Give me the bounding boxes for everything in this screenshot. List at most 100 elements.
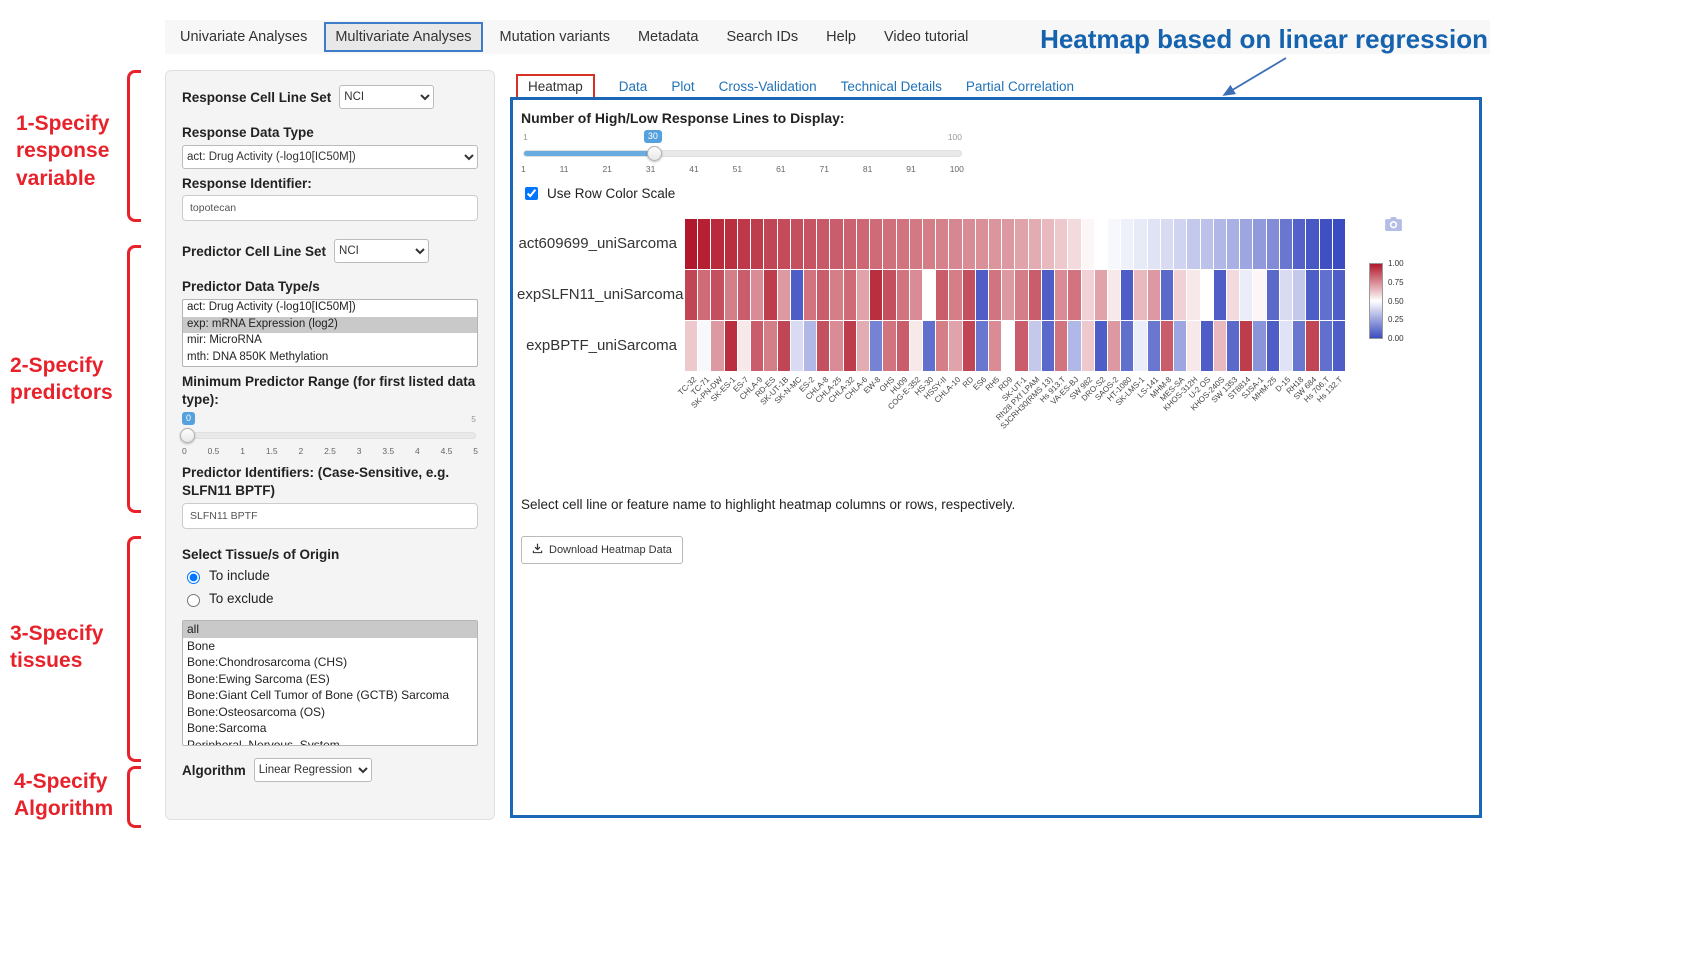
heatmap-cell[interactable] [1280,321,1292,371]
heatmap-cell[interactable] [1293,321,1305,371]
heatmap-row-label[interactable]: expSLFN11_uniSarcoma [517,270,677,321]
heatmap-cell[interactable] [830,321,842,371]
heatmap-cell[interactable] [1201,321,1213,371]
heatmap-cell[interactable] [685,321,697,371]
heatmap-cell[interactable] [844,219,856,269]
heatmap-cell[interactable] [1174,321,1186,371]
heatmap-cell[interactable] [857,219,869,269]
heatmap-cell[interactable] [804,321,816,371]
heatmap-cell[interactable] [1121,219,1133,269]
heatmap-row-label[interactable]: act609699_uniSarcoma [517,219,677,270]
heatmap-cell[interactable] [963,219,975,269]
heatmap-cell[interactable] [1121,321,1133,371]
heatmap-cell[interactable] [1108,270,1120,320]
heatmap-cell[interactable] [1253,219,1265,269]
heatmap-cell[interactable] [870,270,882,320]
heatmap-cell[interactable] [1042,321,1054,371]
heatmap-cell[interactable] [804,219,816,269]
response-identifier-input[interactable] [182,195,478,221]
heatmap-cell[interactable] [936,219,948,269]
predictor-data-type-option[interactable]: exp: mRNA Expression (log2) [183,317,477,334]
heatmap-cell[interactable] [1161,270,1173,320]
heatmap-cell[interactable] [1148,270,1160,320]
heatmap-cell[interactable] [976,270,988,320]
tab-cross-validation[interactable]: Cross-Validation [719,79,817,94]
heatmap-cell[interactable] [1267,219,1279,269]
heatmap-cell[interactable] [1029,270,1041,320]
heatmap-cell[interactable] [698,321,710,371]
tab-partial-correlation[interactable]: Partial Correlation [966,79,1074,94]
tab-data[interactable]: Data [619,79,648,94]
heatmap-cell[interactable] [1068,270,1080,320]
heatmap-cell[interactable] [711,321,723,371]
nav-tab-help[interactable]: Help [815,22,867,52]
heatmap-cell[interactable] [751,219,763,269]
tab-heatmap[interactable]: Heatmap [516,74,595,99]
heatmap-cell[interactable] [738,270,750,320]
tissue-option[interactable]: Bone:Sarcoma [183,720,477,737]
heatmap-cell[interactable] [1134,219,1146,269]
min-predictor-range-handle[interactable] [180,428,195,443]
heatmap-cell[interactable] [989,270,1001,320]
heatmap-cell[interactable] [1187,270,1199,320]
heatmap-cell[interactable] [1082,321,1094,371]
heatmap-cell[interactable] [725,270,737,320]
heatmap-cell[interactable] [1055,270,1067,320]
response-cell-line-set-select[interactable]: NCI [339,85,434,109]
nav-tab-univariate-analyses[interactable]: Univariate Analyses [169,22,318,52]
heatmap-cell[interactable] [817,321,829,371]
heatmap-cell[interactable] [764,321,776,371]
heatmap-cell[interactable] [1108,219,1120,269]
heatmap-cell[interactable] [1148,219,1160,269]
heatmap-cell[interactable] [897,219,909,269]
heatmap-cell[interactable] [1320,321,1332,371]
heatmap-cell[interactable] [1201,270,1213,320]
heatmap-cell[interactable] [857,321,869,371]
heatmap-cell[interactable] [1029,321,1041,371]
response-data-type-select[interactable]: act: Drug Activity (-log10[IC50M]) [182,145,478,169]
heatmap-cell[interactable] [1055,219,1067,269]
heatmap-cell[interactable] [870,321,882,371]
min-predictor-range-slider[interactable]: 0 5 00.511.522.533.544.55 [182,412,478,458]
predictor-data-type-option[interactable]: mir: MicroRNA [183,333,477,350]
heatmap-cell[interactable] [1095,219,1107,269]
heatmap-cell[interactable] [949,219,961,269]
heatmap-cell[interactable] [936,270,948,320]
heatmap-cell[interactable] [1015,219,1027,269]
heatmap-cell[interactable] [817,219,829,269]
tissue-option[interactable]: Bone [183,638,477,655]
heatmap-cell[interactable] [1068,219,1080,269]
heatmap-cell[interactable] [725,321,737,371]
tab-technical-details[interactable]: Technical Details [841,79,942,94]
heatmap-cell[interactable] [949,321,961,371]
heatmap-cell[interactable] [1095,321,1107,371]
heatmap-cell[interactable] [1134,321,1146,371]
heatmap-cell[interactable] [751,321,763,371]
heatmap-cell[interactable] [883,321,895,371]
heatmap-cell[interactable] [778,219,790,269]
heatmap-cell[interactable] [976,219,988,269]
heatmap-cell[interactable] [1280,219,1292,269]
heatmap-cell[interactable] [1187,321,1199,371]
nav-tab-search-ids[interactable]: Search IDs [715,22,809,52]
heatmap-cell[interactable] [738,219,750,269]
heatmap-cell[interactable] [817,270,829,320]
heatmap-cell[interactable] [711,270,723,320]
predictor-cell-line-set-select[interactable]: NCI [334,239,429,263]
heatmap-cell[interactable] [1320,219,1332,269]
download-heatmap-data-button[interactable]: Download Heatmap Data [521,536,683,564]
heatmap-cell[interactable] [1293,219,1305,269]
heatmap-cell[interactable] [1068,321,1080,371]
heatmap-cell[interactable] [1240,270,1252,320]
tissue-listbox[interactable]: allBoneBone:Chondrosarcoma (CHS)Bone:Ewi… [182,620,478,746]
heatmap-cell[interactable] [698,219,710,269]
nav-tab-mutation-variants[interactable]: Mutation variants [489,22,621,52]
heatmap-cell[interactable] [778,270,790,320]
heatmap-cell[interactable] [830,270,842,320]
heatmap-cell[interactable] [1333,321,1345,371]
row-color-scale-checkbox[interactable] [525,187,538,200]
heatmap-cell[interactable] [1267,270,1279,320]
heatmap-cell[interactable] [738,321,750,371]
heatmap-cell[interactable] [751,270,763,320]
heatmap-cell[interactable] [897,270,909,320]
